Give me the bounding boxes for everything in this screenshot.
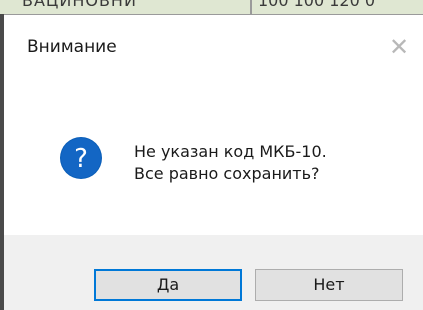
dialog-content: ? Не указан код МКБ-10. Все равно сохран… (4, 77, 423, 235)
close-icon: ✕ (388, 33, 410, 61)
background-window-header: ВАЦИНОВНИ 100 100 120 0 (0, 0, 423, 14)
no-button[interactable]: Нет (255, 269, 403, 301)
yes-button[interactable]: Да (94, 269, 242, 301)
dialog-titlebar[interactable]: Внимание ✕ (4, 15, 423, 77)
message-dialog: Внимание ✕ ? Не указан код МКБ-10. Все р… (4, 14, 423, 310)
message-line-2: Все равно сохранить? (134, 164, 320, 183)
svg-text:?: ? (74, 144, 88, 174)
background-window-text-right: 100 100 120 0 (258, 0, 376, 10)
question-icon: ? (60, 137, 102, 179)
background-window-text: ВАЦИНОВНИ (22, 0, 137, 10)
screen: ВАЦИНОВНИ 100 100 120 0 Внимание ✕ ? Не … (0, 0, 423, 310)
dialog-title: Внимание (27, 37, 117, 57)
dialog-button-bar: Да Нет (4, 235, 423, 310)
background-window-divider (250, 0, 252, 14)
message-line-1: Не указан код МКБ-10. (134, 142, 327, 161)
close-button[interactable]: ✕ (385, 33, 413, 61)
dialog-message: Не указан код МКБ-10. Все равно сохранит… (134, 141, 327, 185)
